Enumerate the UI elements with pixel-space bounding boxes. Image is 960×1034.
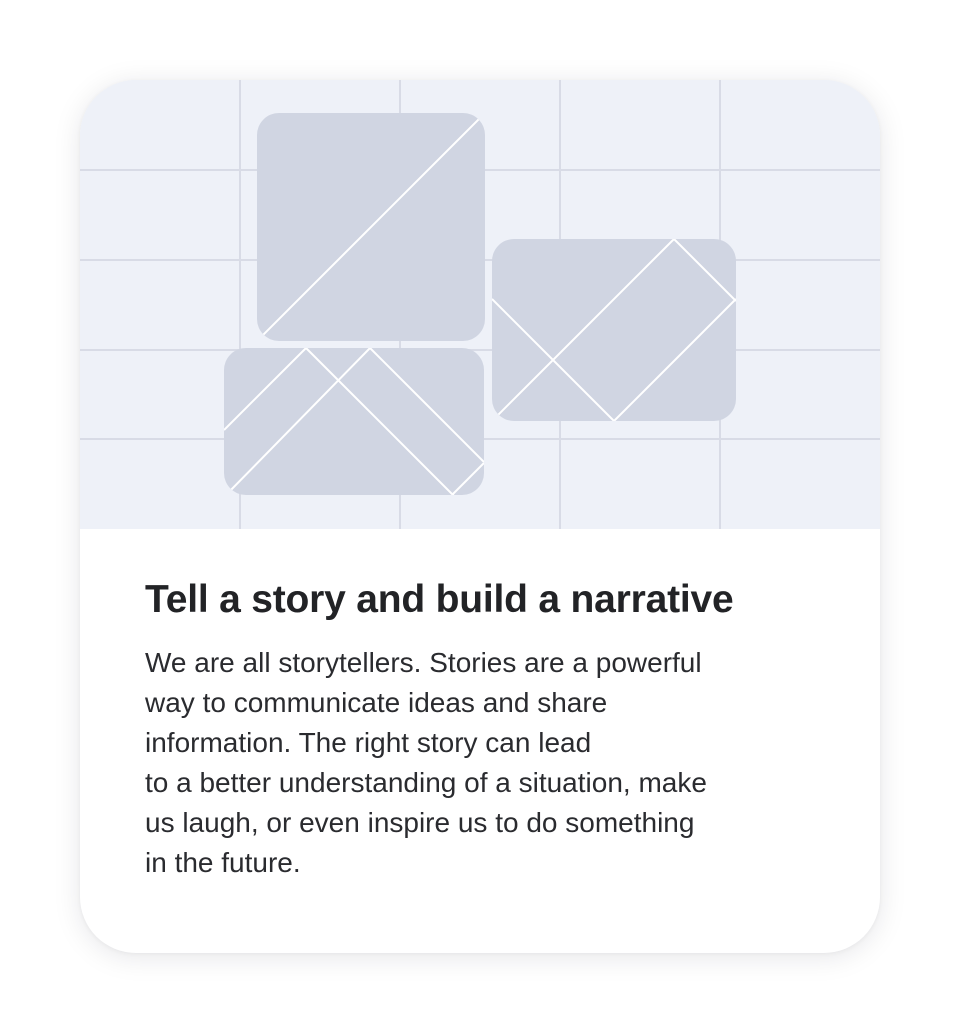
image-placeholder-icon	[80, 80, 880, 529]
placeholder-tile-large	[257, 113, 485, 341]
card-body: We are all storytellers. Stories are a p…	[145, 647, 707, 878]
card-illustration	[80, 80, 880, 529]
story-card: Tell a story and build a narrative We ar…	[80, 80, 880, 953]
placeholder-tile-right	[492, 239, 736, 421]
card-content: Tell a story and build a narrative We ar…	[145, 575, 825, 883]
card-title: Tell a story and build a narrative	[145, 578, 734, 621]
